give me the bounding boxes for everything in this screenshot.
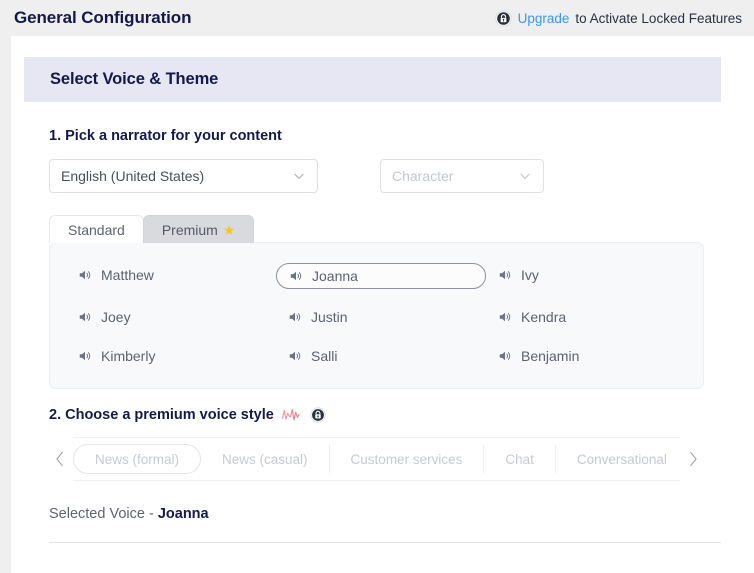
voice-option-label: Kendra xyxy=(521,308,567,325)
narrator-selects-row: English (United States) Character xyxy=(49,159,721,193)
voice-style-chip-label: News (formal) xyxy=(95,451,180,467)
voice-option-ivy[interactable]: Ivy xyxy=(498,263,703,286)
voice-option-matthew[interactable]: Matthew xyxy=(78,263,288,286)
voice-style-chip-label: News (casual) xyxy=(222,451,308,467)
character-select[interactable]: Character xyxy=(380,159,544,193)
chevron-down-icon xyxy=(292,169,306,183)
selected-voice-summary: Selected Voice - Joanna xyxy=(49,506,721,522)
voice-option-kimberly[interactable]: Kimberly xyxy=(78,344,288,367)
chevron-left-icon[interactable] xyxy=(49,444,71,474)
voice-list-panel: Matthew Joanna Ivy Joey Justin Kendra Ki… xyxy=(49,242,704,389)
voice-option-label: Joanna xyxy=(312,268,358,284)
voice-style-chip-conversational[interactable]: Conversational xyxy=(556,445,680,473)
chevron-down-icon xyxy=(518,169,532,183)
voice-style-chip-label: Conversational xyxy=(576,451,667,467)
chevron-right-icon[interactable] xyxy=(682,444,704,474)
star-icon: ★ xyxy=(222,221,236,238)
section-header: Select Voice & Theme xyxy=(24,57,721,102)
step1-label: 1. Pick a narrator for your content xyxy=(49,128,721,144)
speaker-icon[interactable] xyxy=(78,349,92,363)
voice-option-benjamin[interactable]: Benjamin xyxy=(498,344,703,367)
voice-style-chip-label: Chat xyxy=(505,451,534,467)
configuration-card: Select Voice & Theme 1. Pick a narrator … xyxy=(11,36,754,573)
voice-tier-tabs: Standard Premium ★ xyxy=(49,215,721,243)
voice-style-chip-customer-services[interactable]: Customer services xyxy=(330,445,485,473)
voice-option-label: Justin xyxy=(311,308,348,325)
upgrade-notice[interactable]: Upgrade to Activate Locked Features xyxy=(495,9,742,27)
voice-option-label: Matthew xyxy=(101,266,154,283)
selected-voice-prefix: Selected Voice - xyxy=(49,506,158,522)
speaker-icon[interactable] xyxy=(289,269,303,283)
selected-voice-name: Joanna xyxy=(157,506,209,522)
voice-option-joey[interactable]: Joey xyxy=(78,305,288,328)
tab-premium-label: Premium xyxy=(161,221,218,238)
voice-style-track: News (formal) News (casual) Customer ser… xyxy=(73,437,680,481)
character-select-value: Character xyxy=(392,168,454,184)
voice-option-justin[interactable]: Justin xyxy=(288,305,498,328)
voice-style-chip-chat[interactable]: Chat xyxy=(484,445,556,473)
step1-label-text: 1. Pick a narrator for your content xyxy=(49,128,282,144)
upgrade-link[interactable]: Upgrade xyxy=(518,11,570,26)
topbar: General Configuration Upgrade to Activat… xyxy=(0,0,754,36)
speaker-icon[interactable] xyxy=(288,349,302,363)
speaker-icon[interactable] xyxy=(498,268,512,282)
speaker-icon[interactable] xyxy=(498,310,512,324)
section-header-title: Select Voice & Theme xyxy=(50,70,219,88)
voice-option-label: Salli xyxy=(311,347,338,364)
voice-option-label: Kimberly xyxy=(101,347,156,364)
audio-waveform-icon xyxy=(281,407,303,423)
bottom-divider xyxy=(49,542,721,543)
voice-option-joanna[interactable]: Joanna xyxy=(276,263,486,289)
voice-style-chip-news-casual[interactable]: News (casual) xyxy=(201,445,330,473)
voice-style-chip-news-formal[interactable]: News (formal) xyxy=(73,444,202,474)
page-title: General Configuration xyxy=(14,8,192,27)
voice-option-label: Ivy xyxy=(521,266,539,283)
tab-standard-label: Standard xyxy=(68,221,125,238)
language-select[interactable]: English (United States) xyxy=(49,159,318,193)
speaker-icon[interactable] xyxy=(78,268,92,282)
voice-option-label: Joey xyxy=(101,308,131,325)
language-select-value: English (United States) xyxy=(61,168,205,184)
voice-option-kendra[interactable]: Kendra xyxy=(498,305,703,328)
voice-style-carousel: News (formal) News (casual) Customer ser… xyxy=(49,437,704,481)
step2-label: 2. Choose a premium voice style xyxy=(49,407,721,423)
voice-style-chip-label: Customer services xyxy=(350,451,463,467)
tab-standard[interactable]: Standard xyxy=(49,215,144,243)
voice-grid: Matthew Joanna Ivy Joey Justin Kendra Ki… xyxy=(50,263,703,367)
speaker-icon[interactable] xyxy=(498,349,512,363)
speaker-icon[interactable] xyxy=(78,310,92,324)
lock-badge-icon xyxy=(495,9,512,27)
step2-label-text: 2. Choose a premium voice style xyxy=(49,407,274,423)
voice-option-salli[interactable]: Salli xyxy=(288,344,498,367)
lock-badge-icon xyxy=(310,407,326,423)
tab-premium[interactable]: Premium ★ xyxy=(142,215,255,243)
upgrade-notice-text: to Activate Locked Features xyxy=(575,10,742,26)
voice-option-label: Benjamin xyxy=(521,347,580,364)
speaker-icon[interactable] xyxy=(288,310,302,324)
card-body: 1. Pick a narrator for your content Engl… xyxy=(49,128,721,522)
